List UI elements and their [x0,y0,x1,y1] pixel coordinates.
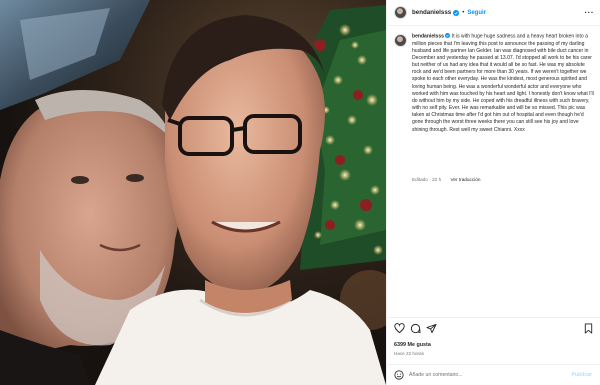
follow-button[interactable]: Seguir [467,10,486,16]
heart-icon[interactable] [394,323,405,334]
ellipsis-icon[interactable]: ··· [585,8,595,17]
divider [387,364,600,365]
separator-dot: • [462,9,465,16]
action-bar [394,323,594,335]
caption-text: bendanielsss It is with huge huge sadnes… [412,33,594,134]
selfie-photo [0,0,386,385]
post-photo[interactable] [0,0,386,385]
translate-link[interactable]: Ver traducción [451,177,481,182]
edited-timestamp: Editado · 22 h [412,177,442,182]
verified-badge-icon [445,33,451,38]
comment-icon[interactable] [410,323,421,334]
divider [387,317,600,318]
share-icon[interactable] [426,323,437,334]
caption-meta: Editado · 22 h Ver traducción [412,177,480,182]
post-time[interactable]: Hace 22 horas [394,351,424,356]
bookmark-icon[interactable] [583,323,594,334]
author-username[interactable]: bendanielsss [412,9,451,16]
caption-body: It is with huge huge sadness and a heavy… [412,33,594,133]
publish-button[interactable]: Publicar [572,372,592,378]
comment-input[interactable] [409,369,559,381]
caption-avatar[interactable] [394,34,407,47]
emoji-icon[interactable] [394,370,404,380]
post-sidebar: bendanielsss • Seguir ··· bendanielsss I… [386,0,600,385]
caption-username[interactable]: bendanielsss [412,34,444,40]
author-avatar[interactable] [394,6,407,19]
caption: bendanielsss It is with huge huge sadnes… [394,33,594,134]
post-header: bendanielsss • Seguir ··· [387,0,600,26]
like-count[interactable]: 6399 Me gusta [394,342,431,348]
verified-badge-icon [453,9,460,16]
